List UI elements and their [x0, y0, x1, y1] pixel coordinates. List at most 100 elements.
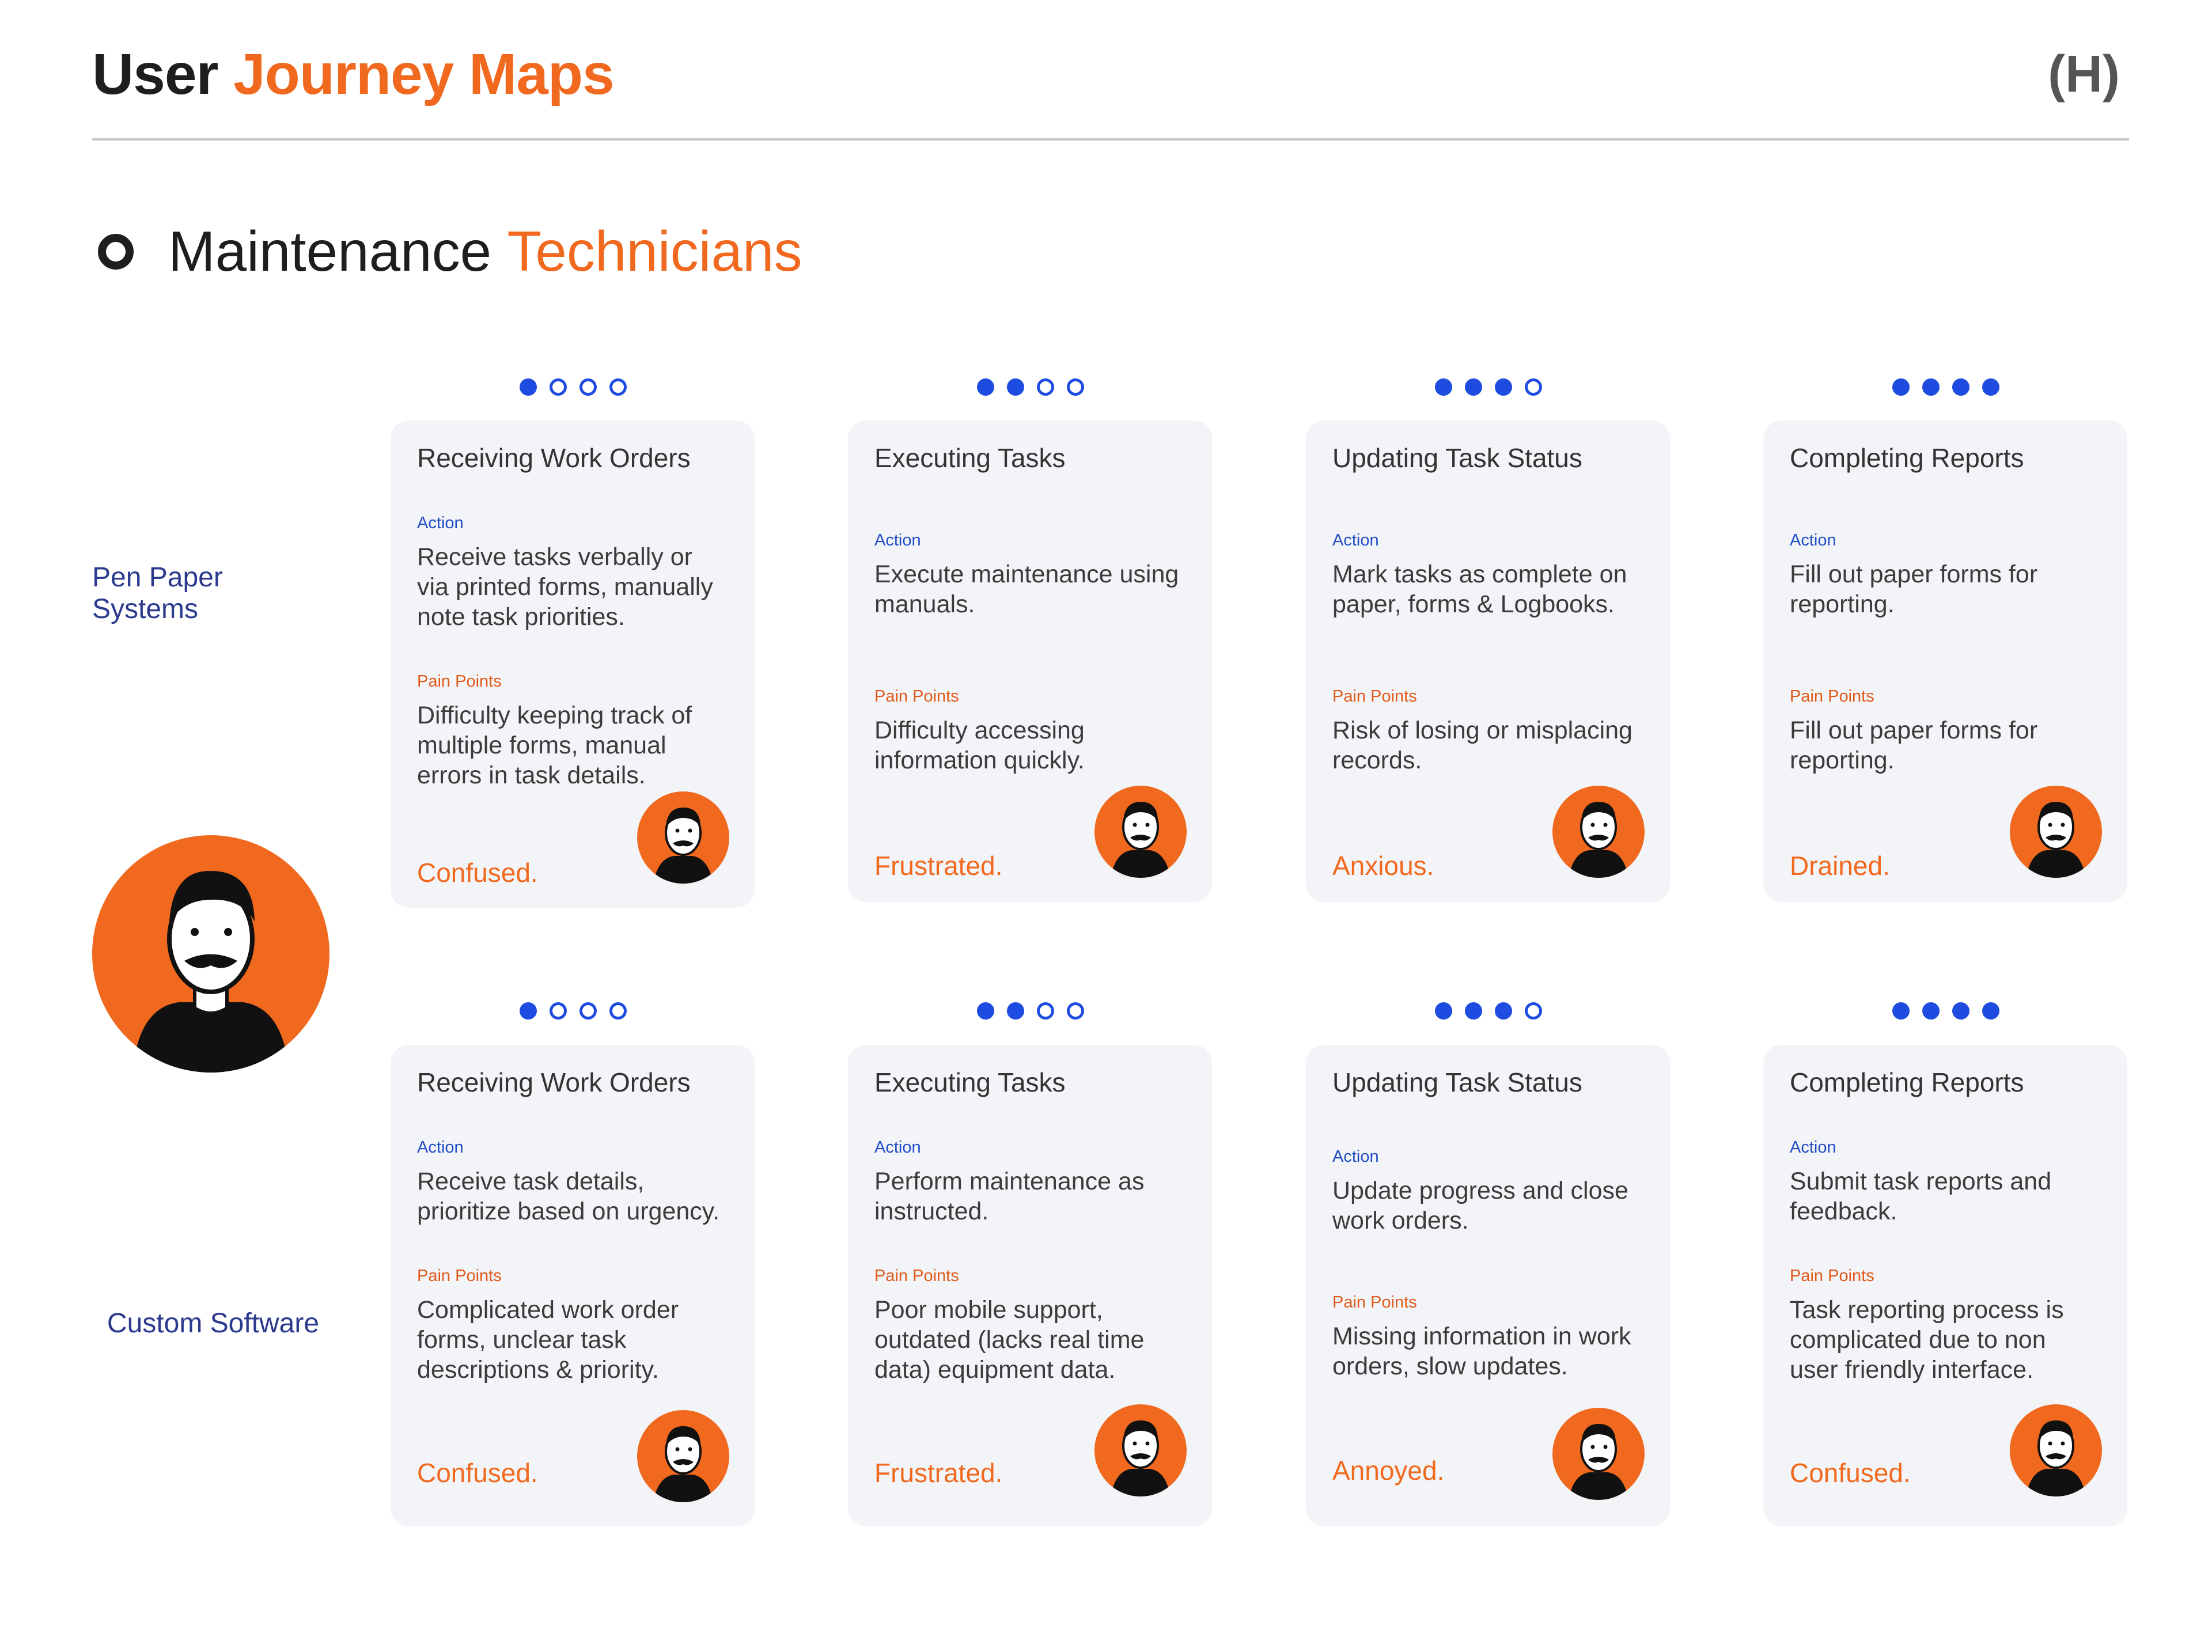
- technician-face-icon: [637, 1410, 729, 1502]
- action-label: Action: [417, 1138, 464, 1157]
- emotion-label: Frustrated.: [874, 1458, 1003, 1488]
- action-label: Action: [1332, 1147, 1379, 1166]
- section-bullet-icon: [98, 233, 134, 270]
- progress-dot-icon: [1495, 1002, 1512, 1020]
- progress-dot-icon: [1435, 378, 1452, 396]
- technician-face-icon: [1094, 1404, 1187, 1496]
- emotion-label: Annoyed.: [1332, 1456, 1445, 1486]
- progress-dots: [977, 378, 1084, 396]
- emotion-label: Confused.: [1790, 1458, 1911, 1488]
- progress-dot-icon: [1037, 378, 1054, 396]
- progress-dot-icon: [1495, 378, 1512, 396]
- journey-card: Receiving Work Orders Action Receive tas…: [391, 420, 755, 908]
- progress-dot-icon: [977, 1002, 994, 1020]
- pain-label: Pain Points: [874, 687, 959, 706]
- pain-text: Difficulty keeping track of multiple for…: [417, 702, 692, 789]
- page-title-accent: Journey Maps: [233, 42, 614, 107]
- progress-dots: [520, 378, 627, 396]
- card-title: Receiving Work Orders: [417, 1067, 691, 1097]
- action-text: Perform maintenance as instructed.: [874, 1168, 1145, 1225]
- pain-text: Missing information in work orders, slow…: [1332, 1323, 1631, 1380]
- action-label: Action: [874, 1138, 921, 1157]
- pain-label: Pain Points: [417, 1267, 502, 1285]
- progress-dot-icon: [1982, 1002, 1999, 1020]
- progress-dot-icon: [1465, 1002, 1482, 1020]
- action-text: Submit task reports and feedback.: [1790, 1168, 2052, 1225]
- page-title: User Journey Maps: [92, 41, 615, 108]
- header-divider: [92, 138, 2129, 141]
- progress-dot-icon: [1435, 1002, 1452, 1020]
- section-title-accent: Technicians: [507, 219, 802, 283]
- journey-card: Updating Task Status Action Update progr…: [1306, 1045, 1670, 1526]
- progress-dot-icon: [1922, 1002, 1940, 1020]
- pain-text: Difficulty accessing information quickly…: [874, 717, 1085, 774]
- journey-card: Updating Task Status Action Mark tasks a…: [1306, 420, 1670, 902]
- progress-dot-icon: [1067, 378, 1084, 396]
- card-title: Completing Reports: [1790, 1067, 2024, 1097]
- action-text: Receive tasks verbally or via printed fo…: [417, 543, 713, 631]
- row-label-pen-paper: Pen Paper Systems: [92, 562, 223, 624]
- journey-card: Completing Reports Action Submit task re…: [1763, 1045, 2127, 1526]
- pain-label: Pain Points: [1332, 1293, 1417, 1312]
- card-title: Executing Tasks: [874, 1067, 1066, 1097]
- technician-face-icon: [637, 791, 729, 884]
- emotion-label: Confused.: [417, 1458, 538, 1488]
- progress-dot-icon: [1525, 1002, 1542, 1020]
- row-label-custom-software: Custom Software: [107, 1308, 320, 1339]
- action-text: Update progress and close work orders.: [1332, 1177, 1628, 1234]
- emotion-label: Drained.: [1790, 851, 1890, 881]
- action-text: Receive task details, prioritize based o…: [417, 1168, 720, 1225]
- progress-dot-icon: [609, 1002, 627, 1020]
- progress-dot-icon: [1525, 378, 1542, 396]
- card-title: Updating Task Status: [1332, 1067, 1582, 1097]
- progress-dots: [1892, 378, 1999, 396]
- action-label: Action: [1332, 531, 1379, 550]
- pain-text: Fill out paper forms for reporting.: [1790, 717, 2038, 774]
- progress-dot-icon: [1982, 378, 1999, 396]
- progress-dot-icon: [609, 378, 627, 396]
- action-label: Action: [874, 531, 921, 550]
- technician-face-icon: [1552, 786, 1645, 878]
- section-title-plain: Maintenance: [168, 219, 492, 283]
- technician-face-icon: [1552, 1408, 1645, 1500]
- emotion-label: Frustrated.: [874, 851, 1003, 881]
- progress-dot-icon: [1952, 378, 1969, 396]
- progress-dot-icon: [579, 1002, 597, 1020]
- pain-text: Risk of losing or misplacing records.: [1332, 717, 1633, 774]
- progress-dots: [1892, 1002, 1999, 1020]
- pain-text: Complicated work order forms, unclear ta…: [417, 1296, 679, 1384]
- pain-label: Pain Points: [1790, 1267, 1874, 1285]
- progress-dot-icon: [1952, 1002, 1969, 1020]
- progress-dot-icon: [1007, 1002, 1024, 1020]
- progress-dot-icon: [1892, 378, 1910, 396]
- technician-face-icon: [2010, 786, 2102, 878]
- progress-dots: [1435, 378, 1542, 396]
- progress-dot-icon: [550, 378, 567, 396]
- journey-card: Completing Reports Action Fill out paper…: [1763, 420, 2127, 902]
- progress-dots: [520, 1002, 627, 1020]
- pain-label: Pain Points: [874, 1267, 959, 1285]
- progress-dot-icon: [1007, 378, 1024, 396]
- emotion-label: Confused.: [417, 858, 538, 888]
- progress-dots: [1435, 1002, 1542, 1020]
- journey-card: Receiving Work Orders Action Receive tas…: [391, 1045, 755, 1526]
- action-text: Fill out paper forms for reporting.: [1790, 560, 2038, 618]
- journey-card: Executing Tasks Action Execute maintenan…: [848, 420, 1212, 902]
- progress-dot-icon: [1922, 378, 1940, 396]
- action-label: Action: [417, 514, 464, 532]
- technician-face-icon: [1094, 786, 1187, 878]
- pain-label: Pain Points: [1332, 687, 1417, 706]
- pain-text: Task reporting process is complicated du…: [1790, 1296, 2064, 1384]
- pain-label: Pain Points: [417, 672, 502, 691]
- progress-dot-icon: [1892, 1002, 1910, 1020]
- progress-dot-icon: [520, 378, 537, 396]
- card-title: Completing Reports: [1790, 443, 2024, 473]
- action-label: Action: [1790, 531, 1836, 550]
- card-title: Executing Tasks: [874, 443, 1066, 473]
- page-code: (H): [2048, 46, 2120, 103]
- progress-dot-icon: [520, 1002, 537, 1020]
- card-title: Updating Task Status: [1332, 443, 1582, 473]
- journey-card: Executing Tasks Action Perform maintenan…: [848, 1045, 1212, 1526]
- section-heading: Maintenance Technicians: [98, 219, 802, 284]
- technician-face-icon: [2010, 1404, 2102, 1496]
